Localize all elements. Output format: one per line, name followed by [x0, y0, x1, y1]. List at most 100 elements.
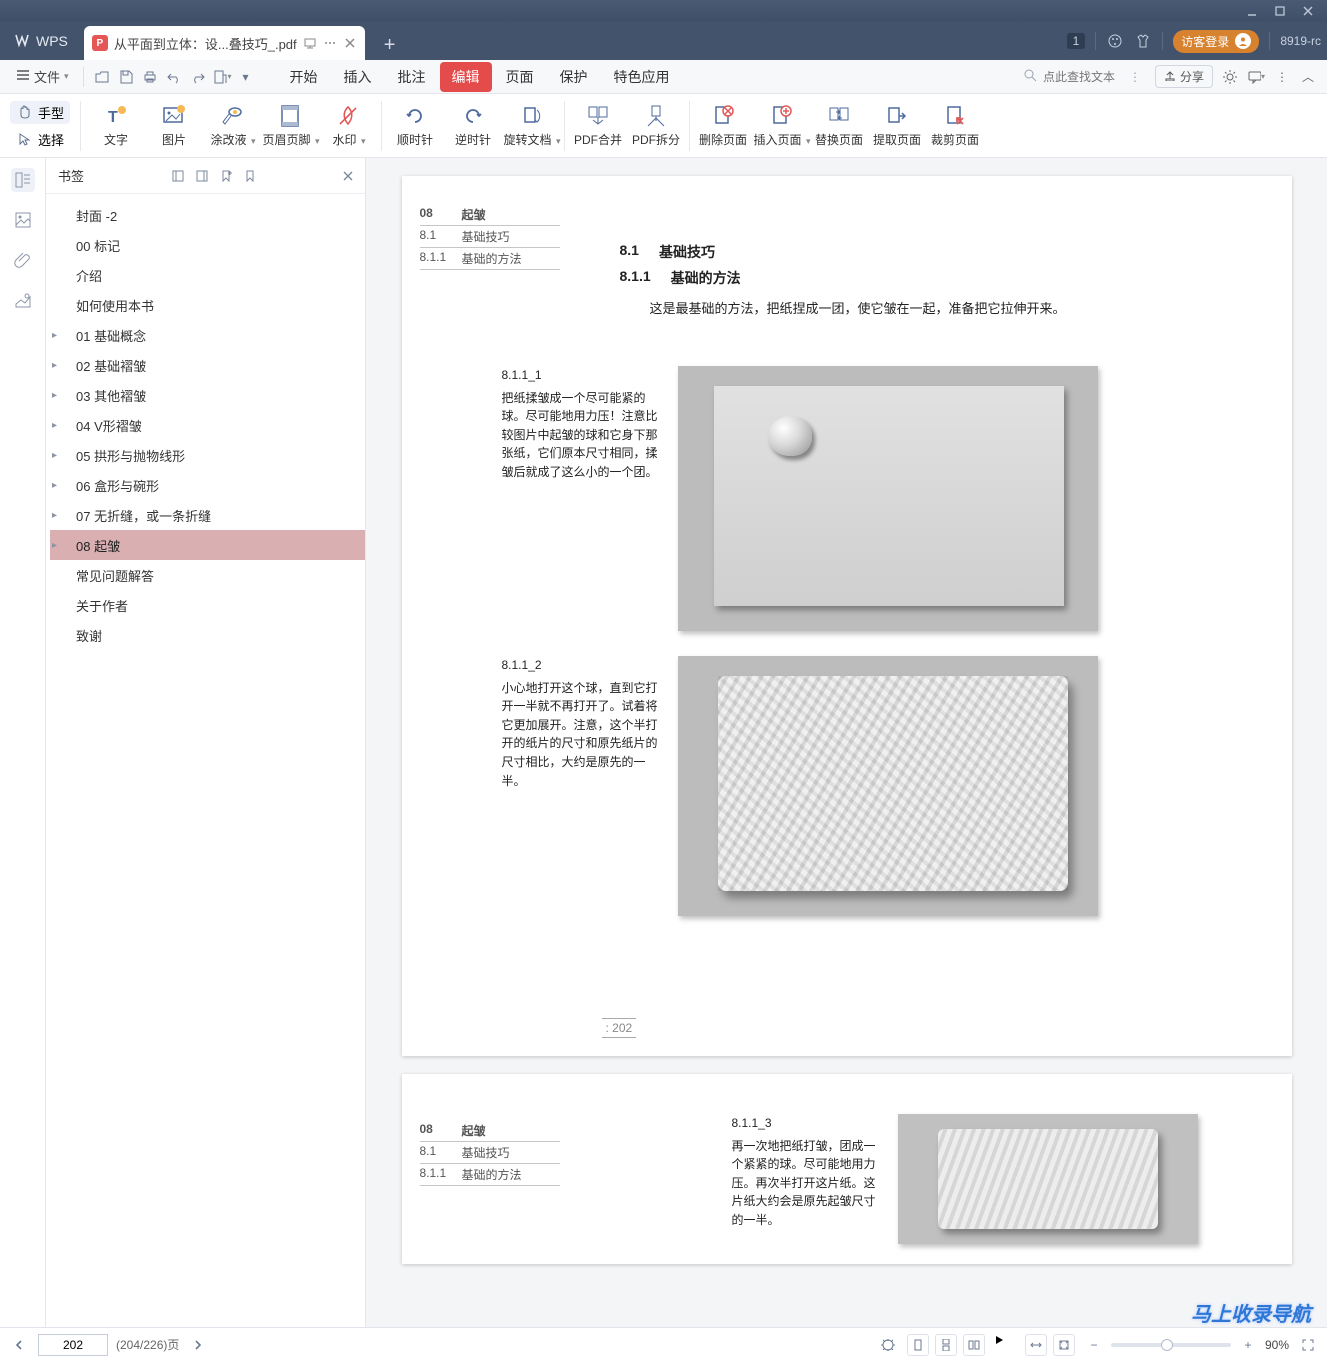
bookmark-mark-icon[interactable]: [239, 165, 261, 187]
document-viewport[interactable]: 08起皱8.1基础技巧8.1.1基础的方法 8.1基础技巧 8.1.1基础的方法…: [366, 158, 1327, 1327]
tab-more-icon[interactable]: [323, 36, 337, 50]
page2-toc: 08起皱8.1基础技巧8.1.1基础的方法: [420, 1120, 560, 1186]
heading-8-1-1: 8.1.1基础的方法: [620, 268, 1066, 288]
open-folder-icon[interactable]: [92, 67, 112, 87]
ribbon-merge-button[interactable]: PDF合并: [569, 97, 627, 155]
wps-home-button[interactable]: WPS: [4, 22, 82, 60]
ribbon-replace-page-button[interactable]: 替换页面: [810, 97, 868, 155]
ribbon-split-button[interactable]: PDF拆分: [627, 97, 685, 155]
collapse-ribbon-icon[interactable]: ︿: [1299, 68, 1317, 86]
bookmark-item-12[interactable]: 常见问题解答: [50, 560, 365, 590]
attachments-icon[interactable]: [11, 248, 35, 272]
ribbon-tab-4[interactable]: 页面: [494, 62, 546, 92]
fullscreen-button[interactable]: [1297, 1334, 1319, 1356]
document-tab[interactable]: P 从平面到立体：设...叠技巧_.pdf: [84, 26, 365, 60]
ribbon-rot-ccw-button[interactable]: 逆时针: [444, 97, 502, 155]
page-number-input[interactable]: [38, 1334, 108, 1356]
bookmark-item-5[interactable]: 02 基础褶皱: [50, 350, 365, 380]
ribbon-delete-page-button[interactable]: 删除页面: [694, 97, 752, 155]
thumbnails-icon[interactable]: [11, 208, 35, 232]
tab-close-button[interactable]: [343, 36, 357, 50]
bookmark-item-3[interactable]: 如何使用本书: [50, 290, 365, 320]
fit-width-button[interactable]: [1025, 1334, 1047, 1356]
search-box[interactable]: ⋮: [1023, 68, 1141, 85]
save-icon[interactable]: [116, 67, 136, 87]
notifications-badge[interactable]: 1: [1067, 33, 1086, 49]
search-more-icon[interactable]: ⋮: [1129, 70, 1141, 84]
bookmark-item-8[interactable]: 05 拱形与抛物线形: [50, 440, 365, 470]
login-button[interactable]: 访客登录: [1173, 30, 1259, 53]
ribbon-tab-3[interactable]: 编辑: [440, 62, 492, 92]
ribbon-insert-page-button[interactable]: 插入页面: [752, 97, 810, 155]
ribbon-extract-page-button[interactable]: 提取页面: [868, 97, 926, 155]
single-page-view-button[interactable]: [907, 1334, 929, 1356]
ribbon-crop-page-button[interactable]: 裁剪页面: [926, 97, 984, 155]
page-number: : 202: [602, 1018, 637, 1038]
bookmark-item-2[interactable]: 介绍: [50, 260, 365, 290]
presentation-mode-button[interactable]: [993, 1334, 1017, 1356]
new-tab-button[interactable]: +: [375, 30, 405, 60]
ribbon-tab-6[interactable]: 特色应用: [602, 62, 682, 92]
panel-close-icon[interactable]: [337, 165, 359, 187]
reading-mode-icon[interactable]: [877, 1334, 899, 1356]
bookmark-item-7[interactable]: 04 V形褶皱: [50, 410, 365, 440]
bookmark-add-icon[interactable]: [215, 165, 237, 187]
bookmark-item-13[interactable]: 关于作者: [50, 590, 365, 620]
ribbon-rot-cw-label: 顺时针: [397, 131, 433, 148]
window-close-button[interactable]: [1295, 3, 1321, 19]
bookmarks-icon[interactable]: [11, 168, 35, 192]
ribbon-tab-5[interactable]: 保护: [548, 62, 600, 92]
tshirt-icon[interactable]: [1134, 32, 1152, 50]
bookmark-item-0[interactable]: 封面 -2: [50, 200, 365, 230]
bookmark-item-11[interactable]: 08 起皱: [50, 530, 365, 560]
zoom-slider[interactable]: [1111, 1343, 1231, 1347]
export-icon[interactable]: ▾: [212, 67, 232, 87]
search-input[interactable]: [1043, 70, 1123, 84]
share-label: 分享: [1180, 68, 1204, 85]
continuous-view-button[interactable]: [935, 1334, 957, 1356]
undo-icon[interactable]: [164, 67, 184, 87]
bookmark-collapse-left-icon[interactable]: [167, 165, 189, 187]
bookmark-item-6[interactable]: 03 其他褶皱: [50, 380, 365, 410]
zoom-in-button[interactable]: +: [1237, 1334, 1259, 1356]
zoom-out-button[interactable]: −: [1083, 1334, 1105, 1356]
menubar: 文件 ▾ ▾ ▾ 开始插入批注编辑页面保护特色应用 ⋮ 分享 ▾ ⋮ ︿: [0, 60, 1327, 94]
print-icon[interactable]: [140, 67, 160, 87]
tab-presentation-icon[interactable]: [303, 36, 317, 50]
page-1: 08起皱8.1基础技巧8.1.1基础的方法 8.1基础技巧 8.1.1基础的方法…: [402, 176, 1292, 1056]
next-page-button[interactable]: [187, 1334, 209, 1356]
redo-icon[interactable]: [188, 67, 208, 87]
fit-page-button[interactable]: [1053, 1334, 1075, 1356]
file-menu-button[interactable]: 文件 ▾: [10, 63, 75, 90]
prev-page-button[interactable]: [8, 1334, 30, 1356]
ribbon-redact-button[interactable]: 涂改液: [203, 97, 261, 155]
window-minimize-button[interactable]: [1239, 3, 1265, 19]
facing-view-button[interactable]: [963, 1334, 985, 1356]
overflow-icon[interactable]: ⋮: [1273, 68, 1291, 86]
gear-icon[interactable]: [1221, 68, 1239, 86]
bookmark-item-1[interactable]: 00 标记: [50, 230, 365, 260]
select-tool-button[interactable]: 选择: [10, 128, 70, 151]
skin-icon[interactable]: [1106, 32, 1124, 50]
share-button[interactable]: 分享: [1155, 65, 1213, 88]
ribbon-text-button[interactable]: T文字: [87, 97, 145, 155]
comment-panel-icon[interactable]: ▾: [1247, 68, 1265, 86]
bookmark-item-10[interactable]: 07 无折缝，或一条折缝: [50, 500, 365, 530]
bookmark-collapse-right-icon[interactable]: [191, 165, 213, 187]
bookmark-item-4[interactable]: 01 基础概念: [50, 320, 365, 350]
page1-toc: 08起皱8.1基础技巧8.1.1基础的方法: [420, 204, 560, 270]
ribbon-image-button[interactable]: 图片: [145, 97, 203, 155]
ribbon-headerfooter-button[interactable]: 页眉页脚: [261, 97, 319, 155]
ribbon-rot-cw-button[interactable]: 顺时针: [386, 97, 444, 155]
bookmark-item-9[interactable]: 06 盒形与碗形: [50, 470, 365, 500]
ribbon-tab-0[interactable]: 开始: [278, 62, 330, 92]
hand-tool-button[interactable]: 手型: [10, 101, 70, 124]
more-qat-icon[interactable]: ▾: [236, 67, 256, 87]
bookmark-item-14[interactable]: 致谢: [50, 620, 365, 650]
layers-icon[interactable]: [11, 288, 35, 312]
ribbon-tab-2[interactable]: 批注: [386, 62, 438, 92]
window-maximize-button[interactable]: [1267, 3, 1293, 19]
ribbon-tab-1[interactable]: 插入: [332, 62, 384, 92]
ribbon-rot-doc-button[interactable]: 旋转文档: [502, 97, 560, 155]
ribbon-watermark-button[interactable]: 水印: [319, 97, 377, 155]
